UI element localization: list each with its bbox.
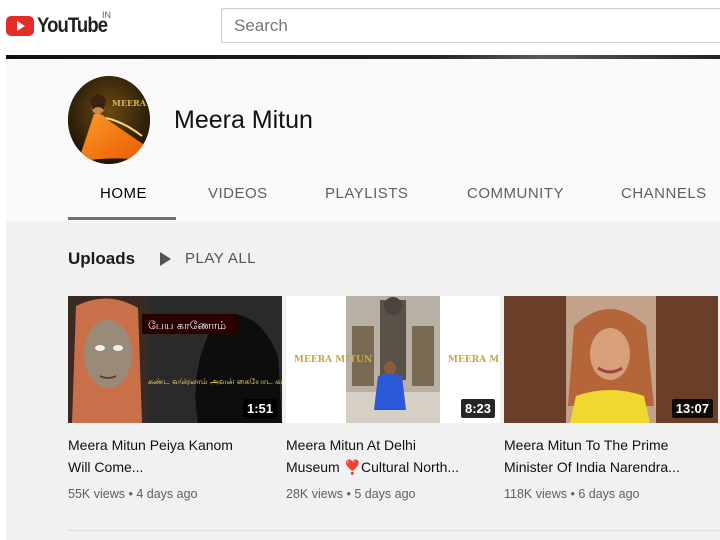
play-all-button[interactable]: PLAY ALL	[160, 250, 256, 267]
upload-age: 6 days ago	[578, 487, 640, 501]
duration-badge: 1:51	[242, 399, 277, 418]
play-all-label: PLAY ALL	[185, 250, 257, 267]
avatar-image: MEERA MITUN	[68, 76, 150, 164]
video-thumbnail[interactable]: 13:07	[504, 296, 718, 423]
view-count: 118K views	[504, 487, 567, 501]
masthead: YouTube IN	[0, 0, 720, 52]
tab-playlists[interactable]: PLAYLISTS	[325, 185, 408, 202]
video-thumbnail[interactable]: பேய காணோம் கண்ட வரெலாம் அவன் கையோட கட்ட …	[68, 296, 282, 423]
video-card[interactable]: 13:07 Meera Mitun To The Prime Minister …	[504, 296, 718, 501]
thumb-logo-right: MEERA MITUN	[448, 355, 500, 365]
youtube-play-icon	[6, 16, 34, 36]
channel-header: MEERA MITUN Meera Mitun HOME VIDEOS PLAY…	[6, 59, 720, 221]
video-title-line1: Meera Mitun To The Prime	[504, 437, 669, 453]
video-card[interactable]: பேய காணோம் கண்ட வரெலாம் அவன் கையோட கட்ட …	[68, 296, 282, 501]
tab-community[interactable]: COMMUNITY	[467, 185, 564, 202]
youtube-logo[interactable]: YouTube	[6, 14, 117, 38]
video-title-line1: Meera Mitun Peiya Kanom	[68, 437, 233, 453]
uploads-shelf-title[interactable]: Uploads	[68, 249, 135, 269]
video-thumbnail[interactable]: MEERA MITUN MEERA MITUN 8:23	[286, 296, 500, 423]
section-divider	[68, 530, 720, 531]
thumb-caption-2: கண்ட வரெலாம் அவன் கையோட கட்ட வாருங்	[148, 377, 282, 387]
view-count: 55K views	[68, 487, 125, 501]
thumb-logo-left: MEERA MITUN	[294, 355, 372, 365]
video-title-line2: Museum ❣️Cultural North...	[286, 459, 460, 475]
video-title-line1: Meera Mitun At Delhi	[286, 437, 416, 453]
search-input[interactable]	[222, 9, 720, 42]
avatar-watermark: MEERA MITUN	[112, 98, 150, 108]
tab-channels[interactable]: CHANNELS	[621, 185, 707, 202]
duration-badge: 8:23	[460, 399, 495, 418]
upload-age: 4 days ago	[136, 487, 198, 501]
thumb-caption-1: பேய காணோம்	[148, 319, 226, 332]
video-card[interactable]: MEERA MITUN MEERA MITUN 8:23 Meera Mitun…	[286, 296, 500, 501]
active-tab-indicator	[68, 217, 176, 220]
duration-badge: 13:07	[671, 399, 713, 418]
play-icon	[160, 251, 171, 266]
view-count: 28K views	[286, 487, 343, 501]
upload-age: 5 days ago	[354, 487, 416, 501]
video-title[interactable]: Meera Mitun To The Prime Minister Of Ind…	[504, 434, 718, 478]
tab-videos[interactable]: VIDEOS	[208, 185, 268, 202]
channel-name: Meera Mitun	[174, 106, 313, 134]
video-meta: 118K views • 6 days ago	[504, 487, 640, 501]
search-box[interactable]	[221, 8, 720, 43]
country-code: IN	[102, 10, 111, 20]
channel-content: Uploads PLAY ALL பேய காணோம் கண்ட வரெலாம்…	[6, 221, 720, 540]
tab-home[interactable]: HOME	[100, 185, 147, 202]
channel-tabs: HOME VIDEOS PLAYLISTS COMMUNITY CHANNELS	[6, 177, 720, 221]
video-meta: 55K views • 4 days ago	[68, 487, 198, 501]
video-title[interactable]: Meera Mitun At Delhi Museum ❣️Cultural N…	[286, 434, 500, 478]
logo-text: YouTube	[37, 14, 108, 37]
video-title-line2: Will Come...	[68, 459, 144, 475]
video-meta: 28K views • 5 days ago	[286, 487, 416, 501]
video-title[interactable]: Meera Mitun Peiya Kanom Will Come...	[68, 434, 282, 478]
channel-avatar[interactable]: MEERA MITUN	[68, 76, 150, 164]
video-title-line2: Minister Of India Narendra...	[504, 459, 680, 475]
